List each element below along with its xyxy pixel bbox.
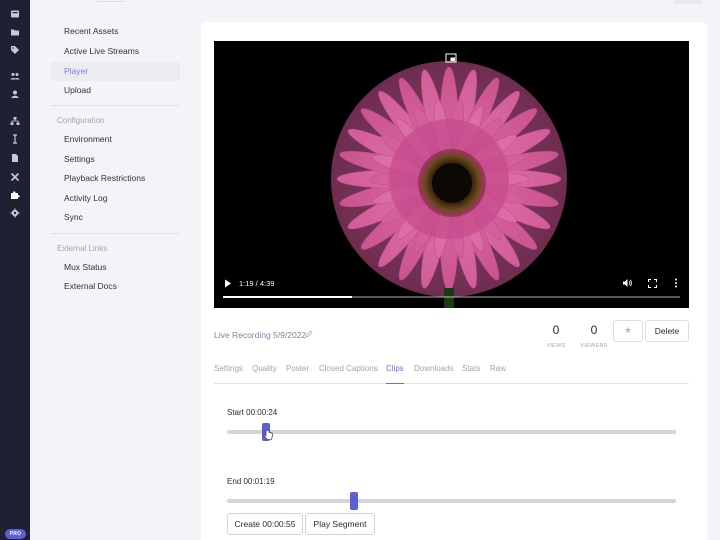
star-button[interactable]: * — [613, 320, 643, 342]
nav-item-mux-status[interactable]: Mux Status — [51, 258, 180, 277]
asset-tabs: Settings Quality Poster Closed Captions … — [214, 362, 689, 384]
tab-downloads[interactable]: Downloads — [414, 364, 454, 384]
picture-in-picture-icon[interactable] — [445, 52, 457, 64]
nav-heading-configuration: Configuration — [57, 116, 105, 125]
nav-item-recent-assets[interactable]: Recent Assets — [51, 22, 180, 41]
start-slider-track[interactable] — [227, 430, 676, 434]
viewers-stat: 0 VIEWERS — [578, 323, 610, 349]
pro-badge: PRO — [5, 529, 26, 539]
secondary-nav: Recent Assets Active Live Streams Player… — [30, 0, 200, 540]
nav-divider — [51, 105, 180, 106]
gear-icon[interactable] — [10, 208, 20, 218]
hand-cursor-icon — [263, 429, 273, 440]
nav-item-activity-log[interactable]: Activity Log — [51, 189, 180, 208]
nav-divider — [51, 233, 180, 234]
volume-icon[interactable] — [622, 278, 632, 288]
views-stat: 0 VIEWS — [540, 323, 572, 349]
video-progress-fill — [223, 296, 353, 298]
text-cursor-icon[interactable] — [10, 134, 20, 144]
end-label: End 00:01:19 — [227, 477, 275, 486]
nav-item-environment[interactable]: Environment — [51, 130, 180, 149]
end-slider-track[interactable] — [227, 499, 676, 503]
play-icon[interactable] — [224, 279, 232, 288]
views-label: VIEWS — [546, 343, 566, 349]
delete-button[interactable]: Delete — [645, 320, 689, 342]
more-options-icon[interactable] — [674, 278, 678, 288]
tools-icon[interactable] — [10, 172, 20, 182]
file-icon[interactable] — [10, 153, 20, 163]
nav-item-external-docs[interactable]: External Docs — [51, 277, 180, 296]
playback-time: 1:19 / 4:39 — [239, 279, 275, 288]
nav-item-active-live-streams[interactable]: Active Live Streams — [51, 42, 180, 61]
header-edge — [96, 0, 126, 2]
viewers-count: 0 — [590, 323, 598, 337]
start-label: Start 00:00:24 — [227, 408, 278, 417]
video-progress-bar[interactable] — [223, 296, 680, 298]
tab-settings[interactable]: Settings — [214, 364, 243, 384]
tab-clips[interactable]: Clips — [386, 364, 404, 384]
nav-heading-external-links: External Links — [57, 244, 108, 253]
end-slider-thumb[interactable] — [350, 492, 359, 510]
icon-rail: PRO — [0, 0, 30, 540]
puzzle-icon[interactable] — [10, 190, 20, 200]
create-clip-button[interactable]: Create 00:00:55 — [227, 513, 303, 535]
play-segment-button[interactable]: Play Segment — [305, 513, 375, 535]
folder-icon[interactable] — [10, 27, 20, 37]
tab-closed-captions[interactable]: Closed Captions — [319, 364, 378, 384]
views-count: 0 — [552, 323, 560, 337]
nav-item-player[interactable]: Player — [51, 62, 180, 81]
tab-poster[interactable]: Poster — [286, 364, 309, 384]
tab-raw[interactable]: Raw — [490, 364, 506, 384]
nav-item-sync[interactable]: Sync — [51, 208, 180, 227]
fullscreen-icon[interactable] — [648, 279, 657, 288]
user-icon[interactable] — [10, 89, 20, 99]
flower-video-frame — [331, 61, 567, 308]
video-player[interactable]: 1:19 / 4:39 — [214, 41, 689, 308]
header-button[interactable] — [673, 0, 703, 4]
pencil-icon[interactable] — [305, 330, 313, 338]
nav-item-upload[interactable]: Upload — [51, 81, 180, 100]
asset-title: Live Recording 5/9/2022 — [214, 330, 307, 340]
tab-quality[interactable]: Quality — [252, 364, 277, 384]
tag-icon[interactable] — [10, 45, 20, 55]
nav-item-settings[interactable]: Settings — [51, 150, 180, 169]
viewers-label: VIEWERS — [580, 343, 608, 349]
sitemap-icon[interactable] — [10, 116, 20, 126]
tab-stats[interactable]: Stats — [462, 364, 480, 384]
nav-item-playback-restrictions[interactable]: Playback Restrictions — [51, 169, 180, 188]
users-icon[interactable] — [10, 71, 20, 81]
film-icon[interactable] — [10, 9, 20, 19]
